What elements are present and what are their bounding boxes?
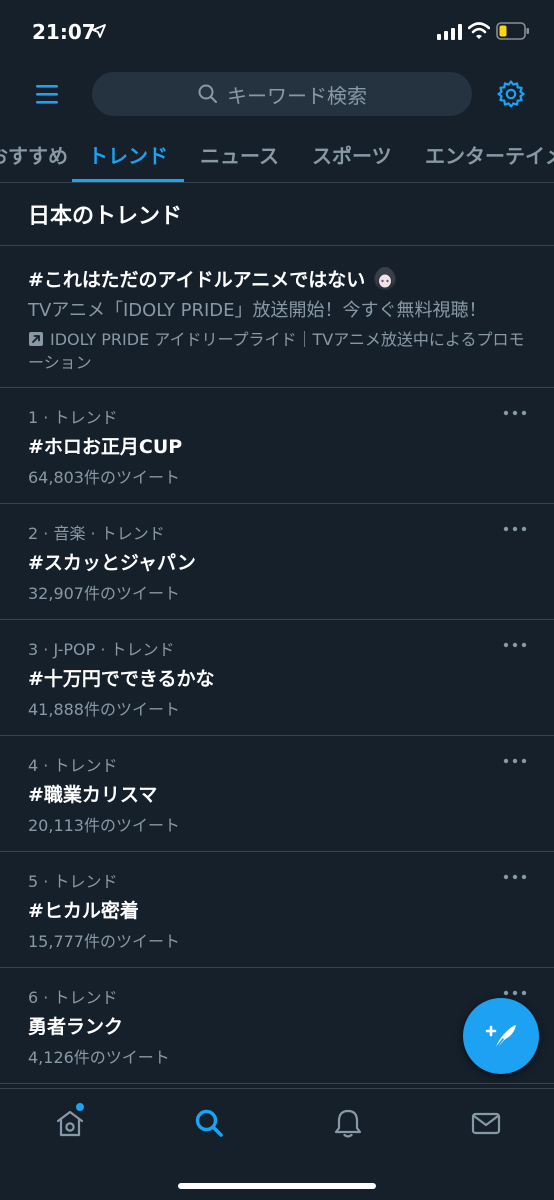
compose-tweet-icon [485,1025,516,1050]
promoted-icon [29,332,43,346]
more-dots-icon[interactable] [502,524,528,534]
trend-tweet-count: 64,803件のツイート [28,468,180,487]
trend-name: #職業カリスマ [28,784,158,806]
trend-item[interactable]: 5 · トレンド #ヒカル密着 15,777件のツイート [0,852,554,968]
anime-avatar-icon [374,267,397,290]
status-bar: 21:07 [0,0,554,62]
tab-sports[interactable]: スポーツ [312,140,392,169]
trend-name: 勇者ランク [28,1016,124,1038]
trend-item[interactable]: 2 · 音楽 · トレンド #スカッとジャパン 32,907件のツイート [0,504,554,620]
more-dots-icon[interactable] [502,988,528,998]
more-dots-icon[interactable] [502,408,528,418]
trend-meta: 2 · 音楽 · トレンド [28,524,165,543]
trend-name: #スカッとジャパン [28,552,196,574]
trend-item[interactable]: 4 · トレンド #職業カリスマ 20,113件のツイート [0,736,554,852]
trend-meta: 1 · トレンド [28,408,118,427]
promoted-trend-title-row: #これはただのアイドルアニメではない [28,264,399,292]
hamburger-icon[interactable] [34,82,62,106]
trend-meta: 5 · トレンド [28,872,118,891]
promoted-trend[interactable]: #これはただのアイドルアニメではない TVアニメ「IDOLY PRIDE」放送開… [0,246,554,388]
explore-header: キーワード検索 [0,62,554,126]
mail-icon[interactable] [470,1107,502,1139]
trend-tweet-count: 41,888件のツイート [28,700,180,719]
explore-tabs: おすすめ トレンド ニュース スポーツ エンターテイメント [0,126,554,183]
search-icon[interactable] [193,1107,225,1139]
more-dots-icon[interactable] [502,872,528,882]
tab-news[interactable]: ニュース [200,140,279,169]
trend-meta: 3 · J-POP · トレンド [28,640,175,659]
trend-tweet-count: 20,113件のツイート [28,816,180,835]
new-tweets-dot [76,1103,84,1111]
search-placeholder: キーワード検索 [227,83,367,108]
compose-tweet-button[interactable] [463,998,539,1074]
search-icon [198,84,217,103]
more-dots-icon[interactable] [502,640,528,650]
trend-tweet-count: 4,126件のツイート [28,1048,170,1067]
promoted-trend-description: TVアニメ「IDOLY PRIDE」放送開始！今すぐ無料視聴！ [28,300,487,321]
home-indicator [178,1183,376,1189]
search-input[interactable]: キーワード検索 [92,72,472,116]
trend-meta: 4 · トレンド [28,756,118,775]
wifi-icon [468,22,490,39]
location-arrow-icon [92,24,106,38]
promoted-trend-title: #これはただのアイドルアニメではない [28,268,366,291]
trend-tweet-count: 15,777件のツイート [28,932,180,951]
trend-name: #ヒカル密着 [28,900,139,922]
trend-item[interactable]: 1 · トレンド #ホロお正月CUP 64,803件のツイート [0,388,554,504]
tab-entertainment[interactable]: エンターテイメント [425,140,554,169]
trend-item[interactable]: 3 · J-POP · トレンド #十万円でできるかな 41,888件のツイート [0,620,554,736]
section-title: 日本のトレンド [28,204,183,229]
battery-icon [496,22,529,40]
more-dots-icon[interactable] [502,756,528,766]
promoted-by-row: IDOLY PRIDE アイドリープライド｜TVアニメ放送中によるプロモーション [28,328,538,374]
trend-name: #ホロお正月CUP [28,436,183,458]
bottom-navigation [0,1088,554,1200]
gear-icon[interactable] [496,79,526,109]
cellular-signal-icon [437,24,462,40]
promoted-by-text: IDOLY PRIDE アイドリープライド｜TVアニメ放送中によるプロモーション [28,330,525,372]
active-tab-indicator [72,179,184,182]
trend-name: #十万円でできるかな [28,668,215,690]
home-icon[interactable] [54,1107,86,1139]
bell-icon[interactable] [332,1107,364,1139]
trend-tweet-count: 32,907件のツイート [28,584,180,603]
tab-trends[interactable]: トレンド [88,140,168,169]
tab-recommended[interactable]: おすすめ [0,140,68,169]
trend-meta: 6 · トレンド [28,988,118,1007]
status-time: 21:07 [32,20,96,44]
